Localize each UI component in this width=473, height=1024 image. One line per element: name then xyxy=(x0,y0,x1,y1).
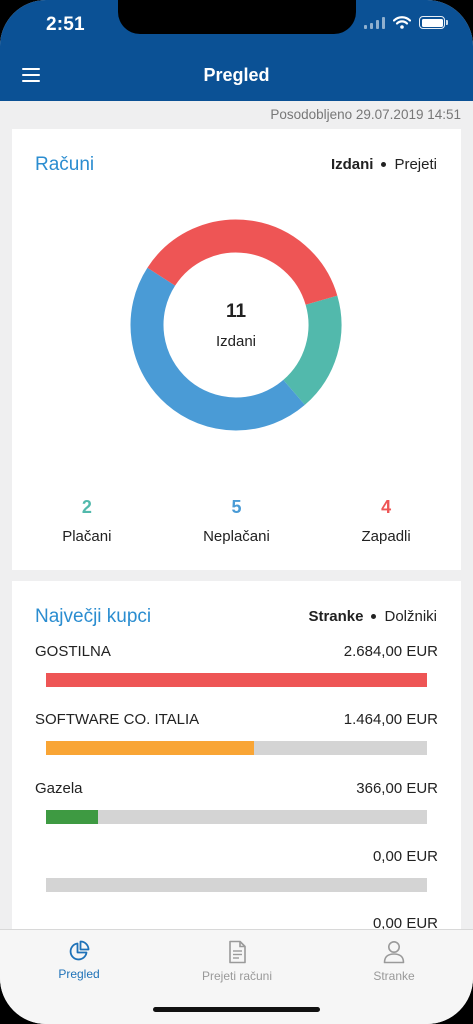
tab-overview-label: Pregled xyxy=(58,967,100,981)
toggle-customers[interactable]: Stranke xyxy=(308,608,363,625)
customer-bar xyxy=(46,673,427,687)
top-customers-card: Največji kupci Stranke Dolžniki GOSTILNA… xyxy=(12,581,461,929)
invoice-stats: 2 Plačani 5 Neplačani 4 Zapadli xyxy=(12,497,461,545)
customers-toggle: Stranke Dolžniki xyxy=(308,608,437,625)
customer-amount: 0,00 EUR xyxy=(372,848,438,865)
stat-paid-label: Plačani xyxy=(62,528,112,545)
donut-count: 11 xyxy=(225,300,247,322)
invoices-toggle: Izdani Prejeti xyxy=(331,156,437,173)
customer-bar-fill xyxy=(46,741,255,755)
stat-unpaid-label: Neplačani xyxy=(203,528,270,545)
customer-bar xyxy=(46,878,427,892)
document-icon xyxy=(229,940,246,964)
customer-amount: 0,00 EUR xyxy=(372,915,438,929)
toggle-debtors[interactable]: Dolžniki xyxy=(384,608,437,625)
stat-overdue[interactable]: 4 Zapadli xyxy=(311,497,461,545)
status-time: 2:51 xyxy=(46,14,85,35)
customer-bar xyxy=(46,810,427,824)
cellular-signal-icon xyxy=(364,16,385,29)
person-icon xyxy=(383,941,405,964)
donut-label: Izdani xyxy=(215,332,257,350)
stat-unpaid[interactable]: 5 Neplačani xyxy=(162,497,312,545)
customers-title: Največji kupci xyxy=(35,606,152,627)
donut-center: 11 Izdani xyxy=(130,219,342,431)
customer-amount: 1.464,00 EUR xyxy=(343,711,438,728)
tab-received-invoices-label: Prejeti računi xyxy=(201,969,273,983)
pie-chart-icon xyxy=(69,940,90,961)
customer-bar-fill xyxy=(46,673,427,687)
toggle-received[interactable]: Prejeti xyxy=(394,156,437,173)
phone-screen: 2:51 Pregled Posodobljeno 29.07.2019 14:… xyxy=(0,0,473,1024)
customer-name: SOFTWARE CO. ITALIA xyxy=(35,711,200,728)
toggle-separator xyxy=(381,162,387,167)
page-title: Pregled xyxy=(203,65,270,85)
tab-overview[interactable]: Pregled xyxy=(0,930,158,1000)
customer-name: Gazela xyxy=(35,780,83,797)
toggle-issued[interactable]: Izdani xyxy=(331,156,374,173)
stat-paid-value: 2 xyxy=(81,497,92,517)
customer-bar xyxy=(46,741,427,755)
invoices-card: Računi Izdani Prejeti 11 Izdani 2 Plačan… xyxy=(12,129,461,570)
status-icons xyxy=(364,16,448,29)
device-notch xyxy=(118,0,356,34)
invoices-title: Računi xyxy=(35,154,95,175)
home-indicator[interactable] xyxy=(153,1007,320,1012)
stat-overdue-value: 4 xyxy=(381,497,392,517)
toggle-separator xyxy=(371,614,377,619)
customer-bar-fill xyxy=(46,810,98,824)
battery-icon xyxy=(419,16,448,29)
tab-customers-label: Stranke xyxy=(373,969,415,983)
invoices-donut-chart: 11 Izdani xyxy=(130,219,342,431)
stat-overdue-label: Zapadli xyxy=(361,528,411,545)
tab-received-invoices[interactable]: Prejeti računi xyxy=(158,930,316,1000)
customer-amount: 2.684,00 EUR xyxy=(343,643,438,660)
customer-name: GOSTILNA xyxy=(35,643,111,660)
wifi-icon xyxy=(393,16,411,29)
app-header: 2:51 Pregled xyxy=(0,0,473,101)
last-updated: Posodobljeno 29.07.2019 14:51 xyxy=(270,107,461,122)
tab-customers[interactable]: Stranke xyxy=(315,930,473,1000)
stat-unpaid-value: 5 xyxy=(231,497,242,517)
stat-paid[interactable]: 2 Plačani xyxy=(12,497,162,545)
customer-amount: 366,00 EUR xyxy=(356,780,438,797)
